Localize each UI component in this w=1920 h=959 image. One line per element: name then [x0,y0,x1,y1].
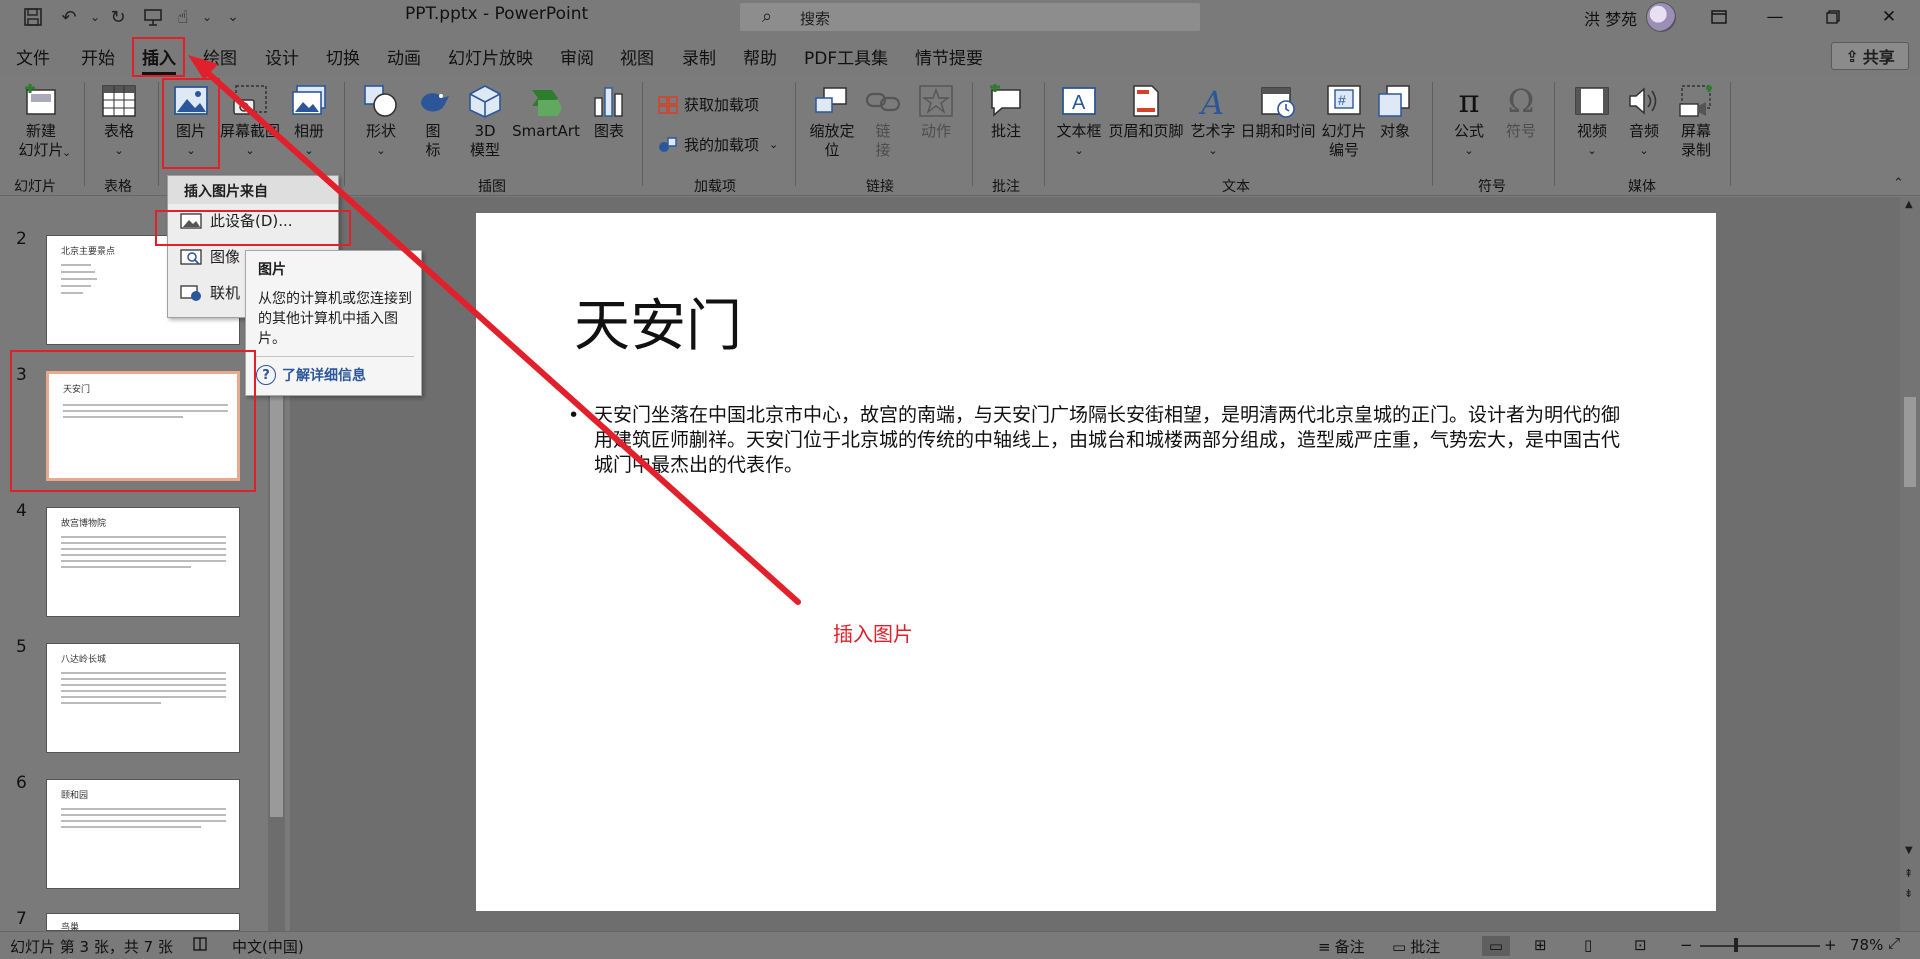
comments-label: 批注 [1410,938,1441,956]
notes-label: 备注 [1334,938,1365,956]
status-bar: 幻灯片 第 3 张，共 7 张 中文(中国) ≡ 备注 ▭ 批注 ▭ ⊞ ▯ ⊡… [0,931,1920,959]
comments-icon: ▭ [1392,937,1407,956]
accessibility-icon[interactable] [192,936,208,952]
zoom-level[interactable]: 78% [1850,936,1883,954]
zoom-in-icon[interactable]: + [1824,936,1837,954]
comments-button[interactable]: ▭ 批注 [1392,936,1440,957]
normal-view-icon[interactable]: ▭ [1482,936,1510,956]
zoom-slider[interactable] [1700,945,1820,947]
annotation-label: 插入图片 [833,622,913,646]
zoom-out-icon[interactable]: − [1680,936,1693,954]
fit-slide-icon[interactable]: ⤢ [1888,934,1900,952]
notes-button[interactable]: ≡ 备注 [1318,936,1365,957]
slide-counter: 幻灯片 第 3 张，共 7 张 [10,938,173,956]
annotation-arrow-overlay [188,55,801,605]
language-indicator[interactable]: 中文(中国) [232,936,304,957]
annotation-arrow-line [197,63,801,605]
slideshow-icon[interactable]: ⊡ [1634,936,1647,954]
slide-sorter-icon[interactable]: ⊞ [1534,936,1547,954]
reading-view-icon[interactable]: ▯ [1584,936,1592,954]
notes-icon: ≡ [1318,937,1331,956]
zoom-slider-handle[interactable] [1734,938,1738,952]
